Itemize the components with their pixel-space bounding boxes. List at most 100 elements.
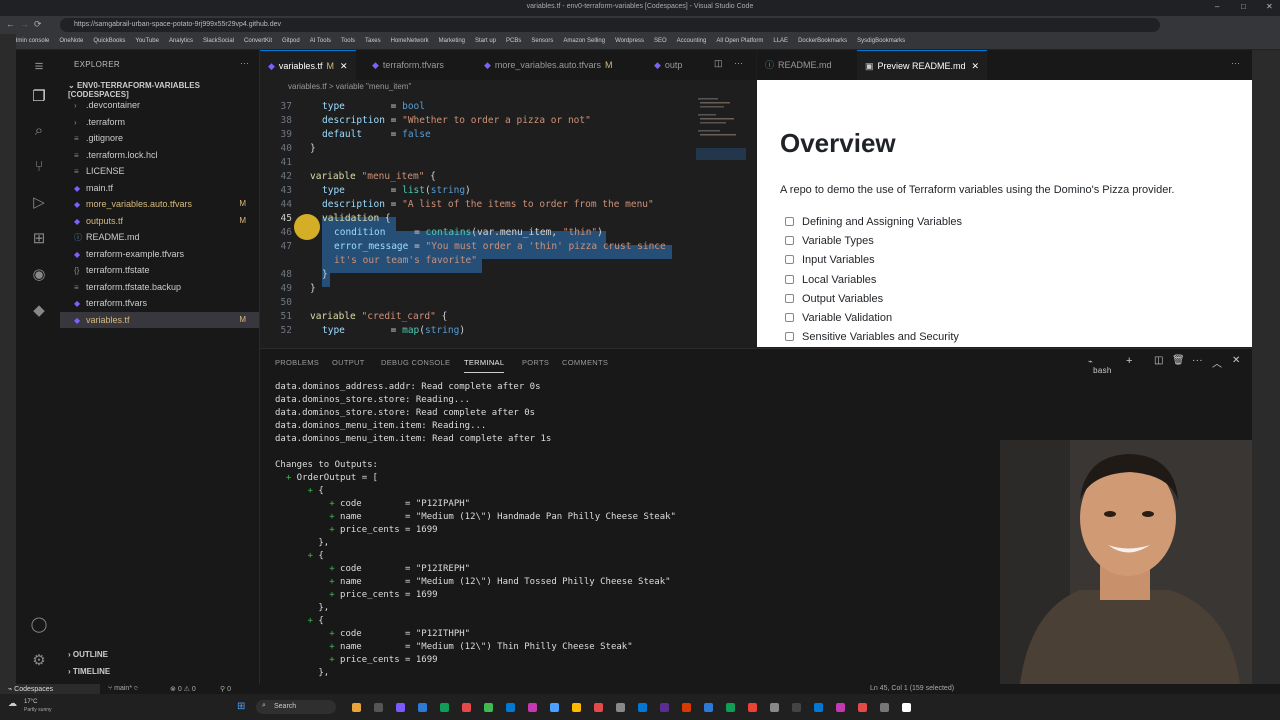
file-tree-item[interactable]: ◆ main.tf xyxy=(60,180,259,197)
terminal-output[interactable]: data.dominos_address.addr: Read complete… xyxy=(275,381,1095,680)
close-tab-icon[interactable]: ✕ xyxy=(340,61,348,71)
file-tree-item[interactable]: ◆ variables.tf M xyxy=(60,311,259,328)
taskbar-app-icon[interactable] xyxy=(902,703,911,712)
checkbox[interactable] xyxy=(785,332,794,342)
back-icon[interactable]: ← xyxy=(6,19,15,29)
github-icon[interactable]: ◉ xyxy=(30,266,48,284)
bookmark-item[interactable]: SlackSocial xyxy=(203,38,234,44)
minimize-icon[interactable]: – xyxy=(1215,2,1219,11)
tab-comments[interactable]: COMMENTS xyxy=(562,358,608,367)
taskbar-app-icon[interactable] xyxy=(374,703,383,712)
bookmark-item[interactable]: OneNote xyxy=(59,38,83,44)
windows-start-icon[interactable]: ⊞ xyxy=(237,701,245,712)
outline-section[interactable]: › OUTLINE xyxy=(68,650,108,659)
checkbox[interactable] xyxy=(785,293,794,303)
file-tree-item[interactable]: ◆ more_variables.auto.tfvars M xyxy=(60,196,259,213)
maximize-icon[interactable]: □ xyxy=(1241,2,1246,11)
menu-icon[interactable]: ≡ xyxy=(30,58,48,76)
gear-icon[interactable]: ⚙ xyxy=(30,652,48,670)
taskbar-app-icon[interactable] xyxy=(484,703,493,712)
bookmark-item[interactable]: HomeNetwork xyxy=(391,38,429,44)
reload-icon[interactable]: ⟳ xyxy=(34,19,42,30)
weather-icon[interactable]: ☁ xyxy=(8,698,17,709)
tab-readme-md[interactable]: ⓘ README.md xyxy=(757,50,840,80)
explorer-icon[interactable]: ❐ xyxy=(30,88,48,106)
search-icon[interactable]: ⌕ xyxy=(30,122,48,140)
bookmark-item[interactable]: Sensors xyxy=(531,38,553,44)
taskbar-app-icon[interactable] xyxy=(594,703,603,712)
bookmark-item[interactable]: Start up xyxy=(475,38,496,44)
split-terminal-icon[interactable]: ◫ xyxy=(1154,355,1164,366)
checkbox[interactable] xyxy=(785,274,794,284)
checklist-item[interactable]: Input Variables xyxy=(785,254,875,272)
taskbar-app-icon[interactable] xyxy=(616,703,625,712)
trash-icon[interactable]: 🗑 xyxy=(1172,355,1185,366)
new-terminal-icon[interactable]: + xyxy=(1126,355,1133,367)
checklist-item[interactable]: Local Variables xyxy=(785,274,876,292)
more-actions-icon[interactable]: ··· xyxy=(240,58,249,68)
bookmark-item[interactable]: Wordpress xyxy=(615,38,644,44)
bookmark-item[interactable]: QuickBooks xyxy=(93,38,125,44)
bookmark-item[interactable]: PCBs xyxy=(506,38,521,44)
extensions-icon[interactable]: ⊞ xyxy=(30,230,48,248)
bookmark-item[interactable]: Taxes xyxy=(365,38,381,44)
taskbar-app-icon[interactable] xyxy=(418,703,427,712)
bookmark-item[interactable]: ConvertKit xyxy=(244,38,272,44)
minimap[interactable] xyxy=(696,94,746,174)
ports-indicator[interactable]: ⚲ 0 xyxy=(220,685,231,693)
taskbar-app-icon[interactable] xyxy=(396,703,405,712)
checkbox[interactable] xyxy=(785,236,794,246)
file-tree-item[interactable]: › .terraform xyxy=(60,114,259,131)
bookmark-item[interactable]: YouTube xyxy=(135,38,159,44)
checklist-item[interactable]: Defining and Assigning Variables xyxy=(785,216,962,234)
taskbar-app-icon[interactable] xyxy=(550,703,559,712)
taskbar-app-icon[interactable] xyxy=(748,703,757,712)
terraform-icon[interactable]: ◆ xyxy=(30,302,48,320)
file-tree-item[interactable]: ≡ .gitignore xyxy=(60,130,259,147)
bookmark-item[interactable]: LLAE xyxy=(773,38,788,44)
bookmark-item[interactable]: Marketing xyxy=(439,38,465,44)
file-tree-item[interactable]: ◆ terraform.tfvars xyxy=(60,295,259,312)
forward-icon[interactable]: → xyxy=(20,19,29,29)
taskbar-app-icon[interactable] xyxy=(836,703,845,712)
checklist-item[interactable]: Variable Types xyxy=(785,235,874,253)
taskbar-app-icon[interactable] xyxy=(792,703,801,712)
taskbar-app-icon[interactable] xyxy=(682,703,691,712)
bookmark-item[interactable]: SysdigBookmarks xyxy=(857,38,905,44)
file-tree-item[interactable]: ≡ LICENSE xyxy=(60,163,259,180)
tab-outputs[interactable]: ◆ outp xyxy=(646,50,690,80)
tab-output[interactable]: OUTPUT xyxy=(332,358,365,367)
more-actions-icon[interactable]: ··· xyxy=(1231,58,1240,68)
close-panel-icon[interactable]: ✕ xyxy=(1232,355,1241,366)
more-actions-icon[interactable]: ··· xyxy=(734,58,743,68)
taskbar-app-icon[interactable] xyxy=(440,703,449,712)
taskbar-app-icon[interactable] xyxy=(704,703,713,712)
checklist-item[interactable]: Sensitive Variables and Security xyxy=(785,331,959,349)
tab-terminal[interactable]: TERMINAL xyxy=(464,358,505,373)
taskbar-app-icon[interactable] xyxy=(770,703,779,712)
taskbar-app-icon[interactable] xyxy=(528,703,537,712)
run-debug-icon[interactable]: ▷ xyxy=(30,194,48,212)
bookmark-item[interactable]: Amazon Selling xyxy=(563,38,605,44)
bookmark-item[interactable]: All Open Platform xyxy=(716,38,763,44)
problems-indicator[interactable]: ⊗ 0 ⚠ 0 xyxy=(170,685,196,693)
file-tree-item[interactable]: › .devcontainer xyxy=(60,97,259,114)
file-tree-item[interactable]: ≡ terraform.tfstate.backup xyxy=(60,279,259,296)
breadcrumb[interactable]: variables.tf > variable "menu_item" xyxy=(260,80,756,94)
file-tree-item[interactable]: ⓘ README.md xyxy=(60,229,259,246)
source-control-icon[interactable]: ⑂ xyxy=(30,158,48,176)
taskbar-app-icon[interactable] xyxy=(638,703,647,712)
split-editor-icon[interactable]: ◫ xyxy=(714,58,723,69)
tab-more-variables[interactable]: ◆ more_variables.auto.tfvars M xyxy=(476,50,620,80)
tab-preview-readme[interactable]: ▣ Preview README.md ✕ xyxy=(857,50,988,80)
taskbar-app-icon[interactable] xyxy=(352,703,361,712)
taskbar-app-icon[interactable] xyxy=(572,703,581,712)
checkbox[interactable] xyxy=(785,217,794,226)
taskbar-app-icon[interactable] xyxy=(660,703,669,712)
tab-ports[interactable]: PORTS xyxy=(522,358,549,367)
bookmark-item[interactable]: Gitpod xyxy=(282,38,300,44)
tab-variables-tf[interactable]: ◆ variables.tf M ✕ xyxy=(260,50,356,80)
taskbar-app-icon[interactable] xyxy=(506,703,515,712)
bookmark-item[interactable]: Analytics xyxy=(169,38,193,44)
taskbar-app-icon[interactable] xyxy=(814,703,823,712)
